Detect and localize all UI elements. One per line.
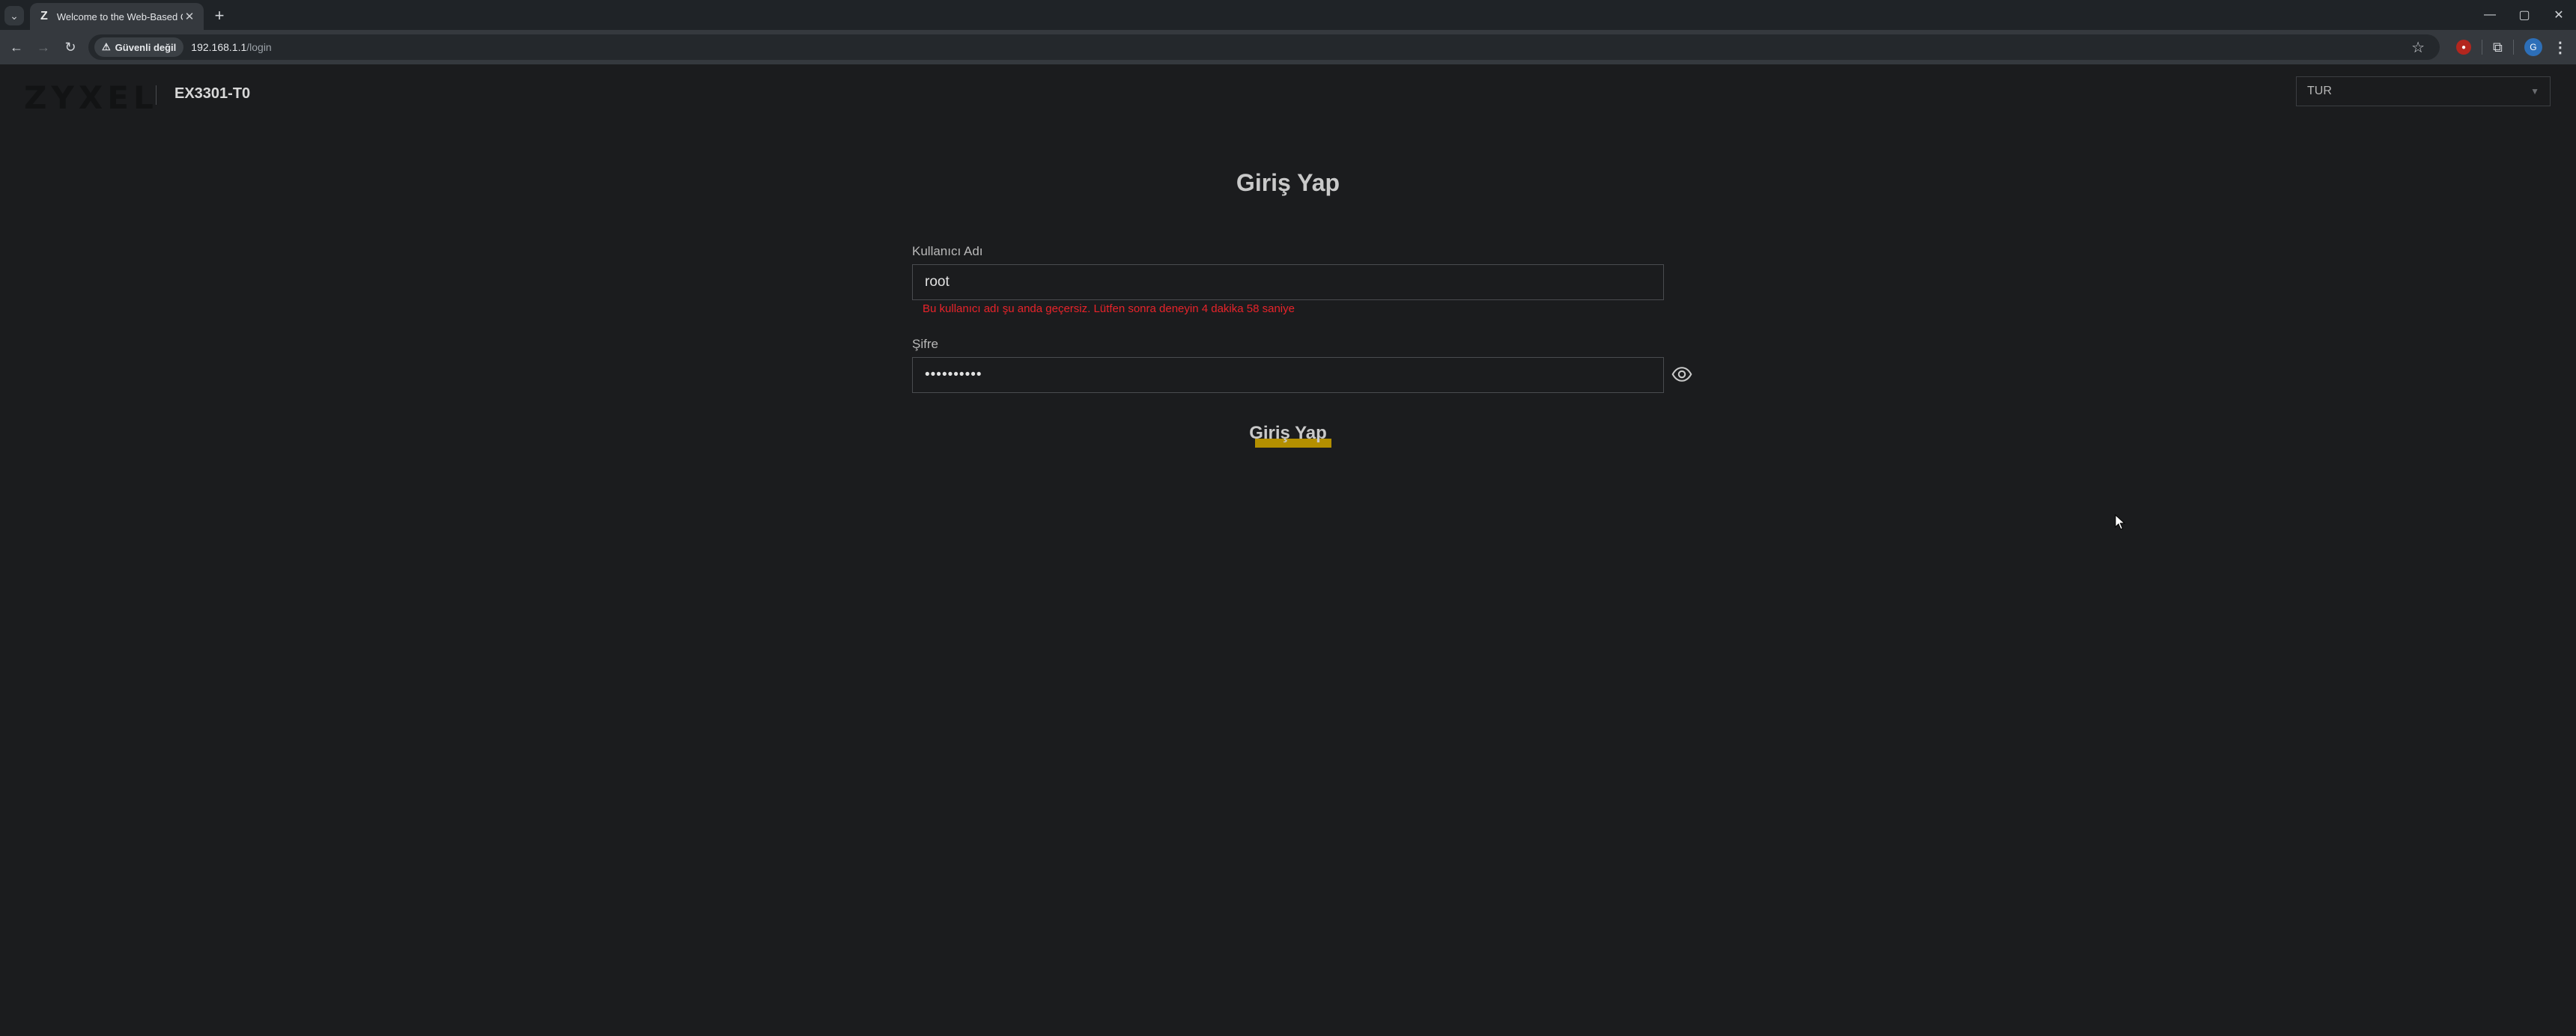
login-submit-button[interactable]: Giriş Yap: [1243, 422, 1333, 445]
browser-menu-icon[interactable]: ⋮: [2553, 38, 2568, 57]
mouse-cursor-icon: [2115, 514, 2127, 535]
maximize-button[interactable]: ▢: [2507, 0, 2542, 30]
username-input[interactable]: root: [912, 264, 1664, 300]
chevron-down-icon: ▼: [2530, 86, 2539, 97]
browser-toolbar: ← → ↻ ⚠ Güvenli değil 192.168.1.1/login …: [0, 30, 2576, 64]
show-password-eye-icon[interactable]: [1671, 364, 1692, 385]
password-label: Şifre: [912, 337, 938, 351]
tab-title: Welcome to the Web-Based Configurator: [56, 10, 183, 22]
bookmark-star-icon[interactable]: ☆: [2411, 38, 2425, 57]
reload-button[interactable]: ↻: [60, 37, 81, 58]
username-label: Kullanıcı Adı: [912, 244, 983, 258]
back-button[interactable]: ←: [6, 37, 27, 58]
toolbar-divider: [2512, 40, 2514, 55]
window-controls: — ▢ ✕: [2473, 0, 2576, 30]
url-host: 192.168.1.1: [191, 41, 247, 53]
device-model: EX3301-T0: [174, 85, 251, 102]
login-page: ZYXEL EX3301-T0 TUR ▼ Giriş Yap Kullanıc…: [0, 64, 2576, 1036]
language-select[interactable]: TUR ▼: [2296, 76, 2551, 106]
password-input[interactable]: ••••••••••: [912, 357, 1664, 393]
security-chip[interactable]: ⚠ Güvenli değil: [94, 37, 184, 57]
tab-search-button[interactable]: ⌄: [4, 6, 24, 25]
browser-tab-bar: ⌄ Z Welcome to the Web-Based Configurato…: [0, 0, 2576, 30]
page-title: Giriş Yap: [1236, 169, 1340, 196]
language-selected-value: TUR: [2307, 85, 2332, 97]
error-message: Bu kullanıcı adı şu anda geçersiz. Lütfe…: [923, 302, 1295, 315]
extensions-puzzle-icon[interactable]: ⧉: [2493, 40, 2503, 55]
close-window-button[interactable]: ✕: [2542, 0, 2576, 30]
security-chip-label: Güvenli değil: [115, 41, 177, 53]
address-bar[interactable]: ⚠ Güvenli değil 192.168.1.1/login ☆: [88, 34, 2440, 60]
extensions-area: ● ⧉ G ⋮: [2456, 36, 2568, 58]
url-text[interactable]: 192.168.1.1/login: [191, 41, 271, 53]
login-button-wrap: Giriş Yap: [1243, 422, 1333, 452]
forward-button[interactable]: →: [33, 37, 54, 58]
zyxel-logo: ZYXEL: [24, 79, 158, 116]
minimize-button[interactable]: —: [2473, 0, 2507, 30]
extension-red-icon[interactable]: ●: [2456, 40, 2471, 55]
tab-close-icon[interactable]: ✕: [183, 10, 196, 23]
zyxel-favicon-icon: Z: [40, 10, 48, 22]
warning-icon: ⚠: [102, 41, 111, 52]
new-tab-button[interactable]: +: [210, 6, 229, 25]
url-path: /login: [246, 41, 272, 53]
browser-tab[interactable]: Z Welcome to the Web-Based Configurator …: [30, 3, 204, 30]
profile-avatar[interactable]: G: [2524, 38, 2542, 56]
header-divider: [156, 85, 157, 105]
